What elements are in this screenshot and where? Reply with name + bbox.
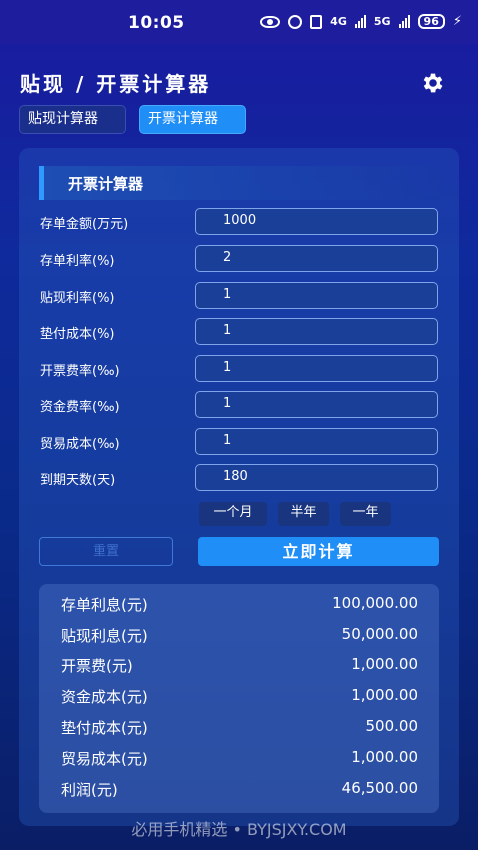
result-value: 50,000.00 — [341, 625, 418, 643]
network-4g-label: 4G — [330, 15, 347, 28]
signal-icon — [354, 15, 366, 28]
signal-icon-2 — [398, 15, 410, 28]
tab-discount-calculator[interactable]: 贴现计算器 — [19, 105, 126, 134]
discount-rate-input[interactable]: 1 — [195, 282, 438, 309]
result-value: 500.00 — [365, 717, 419, 735]
trade-cost-input[interactable]: 1 — [195, 428, 438, 455]
result-label: 贸易成本(元) — [61, 750, 148, 768]
status-icons: 4G 5G 96 ⚡ — [260, 14, 462, 29]
vibrate-icon — [310, 14, 323, 29]
status-time: 10:05 — [128, 13, 185, 33]
reset-button[interactable]: 重置 — [39, 537, 173, 566]
settings-gear-icon[interactable] — [416, 70, 450, 96]
invoice-fee-rate-input[interactable]: 1 — [195, 355, 438, 382]
field-label-deposit-rate: 存单利率(%) — [40, 254, 115, 269]
field-label-trade-cost: 贸易成本(‰) — [40, 437, 120, 452]
quick-half-year-button[interactable]: 半年 — [278, 502, 329, 526]
result-label: 开票费(元) — [61, 657, 133, 675]
result-value: 1,000.00 — [351, 748, 418, 766]
eye-comfort-icon — [260, 15, 281, 28]
field-label-deposit-amount: 存单金额(万元) — [40, 217, 129, 232]
deposit-amount-input[interactable]: 1000 — [195, 208, 438, 235]
field-label-discount-rate: 贴现利率(%) — [40, 291, 115, 306]
result-label: 利润(元) — [61, 781, 118, 799]
field-label-advance-cost: 垫付成本(%) — [40, 327, 115, 342]
result-label: 垫付成本(元) — [61, 719, 148, 737]
alarm-icon — [288, 14, 303, 29]
network-5g-label: 5G — [373, 15, 391, 28]
result-label: 存单利息(元) — [61, 596, 148, 614]
field-label-days: 到期天数(天) — [40, 473, 116, 488]
quick-one-year-button[interactable]: 一年 — [340, 502, 391, 526]
field-label-invoice-fee-rate: 开票费率(‰) — [40, 364, 120, 379]
result-label: 资金成本(元) — [61, 688, 148, 706]
deposit-rate-input[interactable]: 2 — [195, 245, 438, 272]
section-title: 开票计算器 — [68, 175, 144, 193]
result-value: 46,500.00 — [341, 779, 418, 797]
advance-cost-input[interactable]: 1 — [195, 318, 438, 345]
result-label: 贴现利息(元) — [61, 627, 148, 645]
field-label-fund-rate: 资金费率(‰) — [40, 400, 120, 415]
result-value: 1,000.00 — [351, 686, 418, 704]
calculate-button[interactable]: 立即计算 — [198, 537, 439, 566]
quick-one-month-button[interactable]: 一个月 — [199, 502, 267, 526]
result-value: 1,000.00 — [351, 655, 418, 673]
days-input[interactable]: 180 — [195, 464, 438, 491]
tab-invoice-calculator[interactable]: 开票计算器 — [139, 105, 246, 134]
charging-icon: ⚡ — [452, 14, 462, 29]
status-bar: 10:05 4G 5G 96 ⚡ — [0, 0, 478, 44]
section-header: 开票计算器 — [39, 166, 439, 200]
battery-level: 96 — [417, 14, 445, 29]
watermark-text: 必用手机精选 • BYJSJXY.COM — [131, 820, 347, 839]
page-title: 贴现 / 开票计算器 — [20, 72, 212, 96]
fund-rate-input[interactable]: 1 — [195, 391, 438, 418]
result-value: 100,000.00 — [332, 594, 418, 612]
